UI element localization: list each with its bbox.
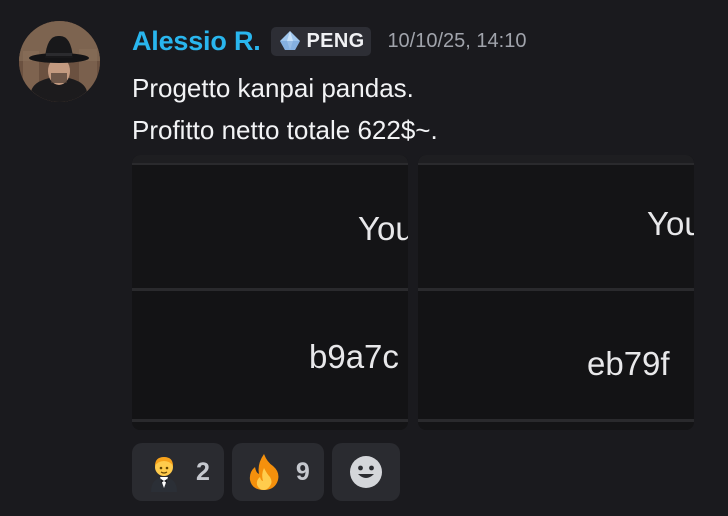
reaction-count: 9 [295, 457, 310, 486]
fire-emoji [249, 454, 279, 490]
smiley-add-reaction-icon [349, 456, 382, 488]
message-line: Progetto kanpai pandas. [132, 73, 414, 103]
message-timestamp[interactable]: 10/10/25, 14:10 [387, 30, 526, 53]
attachment-text: eb79f [587, 345, 670, 382]
message-line: Profitto netto totale 622$~. [132, 115, 438, 145]
avatar[interactable] [19, 21, 100, 102]
person-in-tuxedo-emoji [151, 457, 177, 492]
image-attachment[interactable]: You eb79f [418, 155, 694, 430]
crystal-gem-icon [279, 31, 300, 50]
reactions-bar: 2 9 [132, 443, 408, 501]
attachment-text: You [647, 205, 694, 242]
cowboy-avatar-image [19, 21, 100, 102]
author-name[interactable]: Alessio R. [132, 26, 261, 57]
message-header: Alessio R. PENG 10/10/25, 14:10 [132, 24, 526, 58]
server-tag-label: PENG [306, 29, 365, 52]
attachment-text: b9a7c [309, 338, 399, 375]
reaction-person-in-tuxedo[interactable]: 2 [132, 443, 224, 501]
reaction-count: 2 [196, 457, 210, 486]
server-tag-badge[interactable]: PENG [270, 26, 372, 56]
attachment-text: You [358, 210, 408, 247]
message-content: Progetto kanpai pandas. Profitto netto t… [132, 67, 438, 151]
image-attachment[interactable]: You b9a7c [132, 155, 408, 430]
chat-message: Alessio R. PENG 10/10/25, 14:10 Progetto… [0, 0, 728, 516]
attachment-header-strip [132, 155, 408, 165]
add-reaction-button[interactable] [331, 443, 400, 501]
attachment-header-strip [418, 155, 694, 165]
reaction-fire[interactable]: 9 [231, 443, 324, 501]
